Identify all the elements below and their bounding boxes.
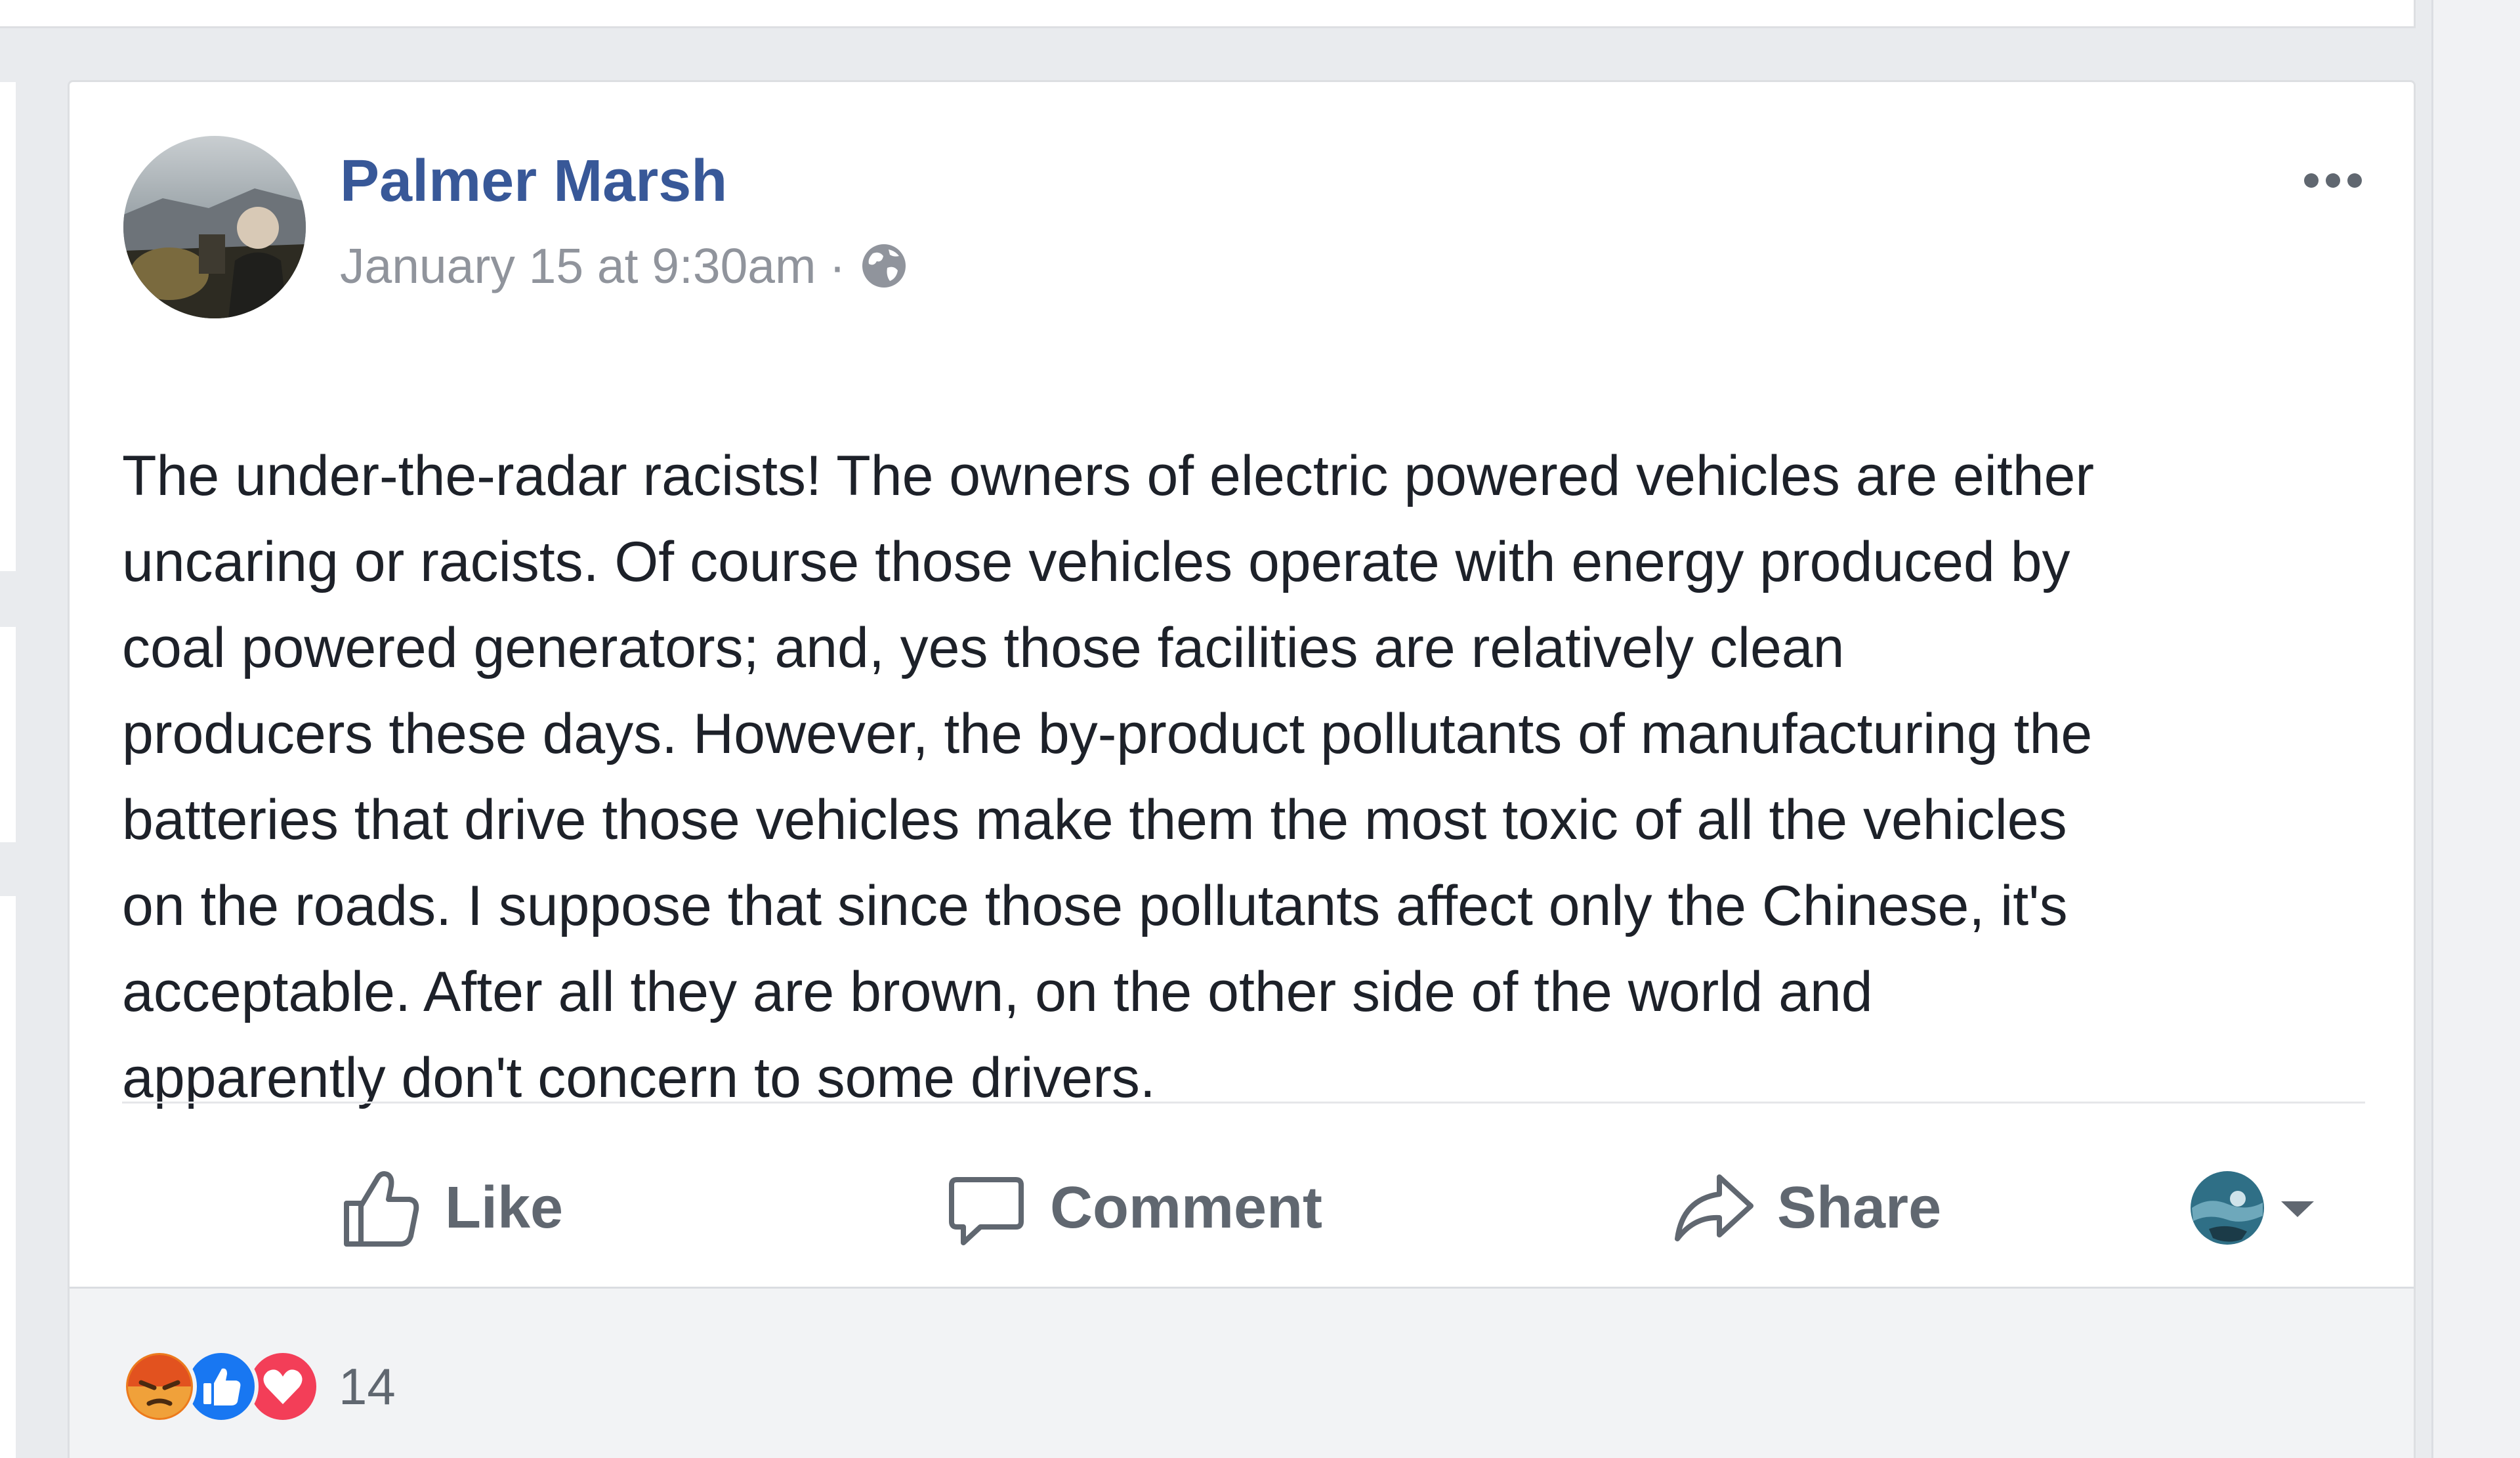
thumbs-up-icon <box>344 1171 419 1247</box>
action-bar-divider <box>122 1102 2365 1104</box>
profile-mini-avatar-icon <box>2191 1171 2264 1245</box>
post-text-line: coal powered generators; and, yes those … <box>122 616 1845 679</box>
comment-bubble-icon <box>949 1177 1024 1245</box>
post-text-line: batteries that drive those vehicles make… <box>122 788 2067 851</box>
reaction-count: 14 <box>339 1357 396 1415</box>
share-arrow-icon <box>1675 1174 1754 1241</box>
share-button[interactable]: Share <box>1671 1159 1941 1257</box>
like-button[interactable]: Like <box>339 1159 563 1257</box>
like-label: Like <box>445 1174 564 1241</box>
news-feed: Palmer Marsh January 15 at 9:30am · The … <box>0 0 2520 1458</box>
reactions-summary[interactable]: 14 <box>122 1349 396 1424</box>
globe-icon[interactable] <box>860 242 908 290</box>
share-label: Share <box>1777 1174 1942 1241</box>
post-meta: January 15 at 9:30am · <box>340 238 908 294</box>
angry-reaction-icon <box>122 1349 197 1424</box>
right-sidebar <box>2431 0 2520 1458</box>
post-text-line: on the roads. I suppose that since those… <box>122 874 2068 937</box>
chevron-down-icon <box>2281 1201 2314 1217</box>
post-as-selector[interactable] <box>2189 1171 2320 1245</box>
post-text-line: producers these days. However, the by-pr… <box>122 702 2093 765</box>
previous-post-card <box>0 0 2416 28</box>
post-text-line: acceptable. After all they are brown, on… <box>122 960 1873 1023</box>
author-avatar[interactable] <box>123 136 306 318</box>
meta-separator: · <box>829 238 846 293</box>
left-column-panel <box>0 627 16 842</box>
author-name-link[interactable]: Palmer Marsh <box>340 148 727 215</box>
comment-button[interactable]: Comment <box>944 1159 1322 1257</box>
left-column-panel <box>0 896 16 1458</box>
avatar-photo <box>123 136 306 318</box>
post-card: Palmer Marsh January 15 at 9:30am · The … <box>68 80 2416 1458</box>
post-text-line: The under-the-radar racists! The owners … <box>122 444 2095 507</box>
comment-label: Comment <box>1050 1174 1323 1241</box>
post-text-line: uncaring or racists. Of course those veh… <box>122 530 2070 593</box>
left-column-panel <box>0 82 16 571</box>
post-footer: 14 <box>70 1287 2414 1458</box>
post-action-bar: Like Comment Share <box>70 1159 2418 1257</box>
post-body-text: The under-the-radar racists! The owners … <box>122 433 2366 1121</box>
more-options-icon[interactable] <box>2297 161 2369 200</box>
post-timestamp-link[interactable]: January 15 at 9:30am <box>340 238 816 294</box>
post-text-line: apparently don't concern to some drivers… <box>122 1046 1156 1109</box>
